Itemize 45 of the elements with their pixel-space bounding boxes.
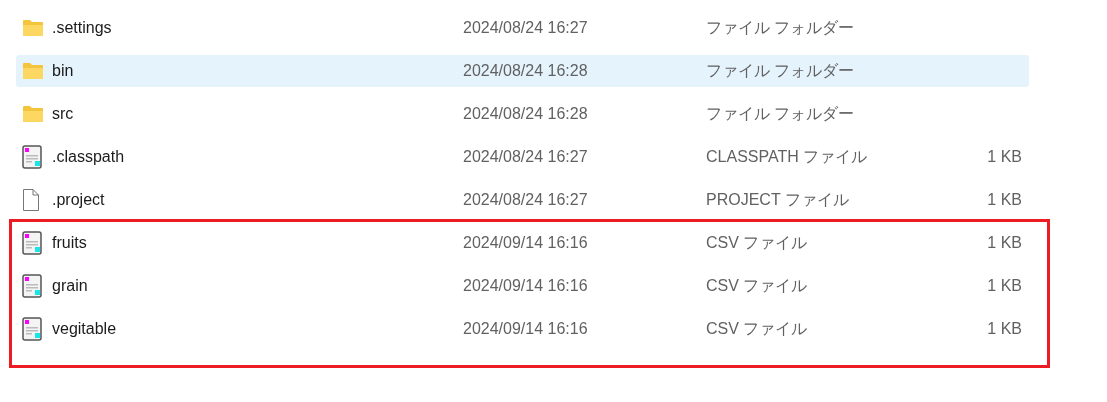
file-type: ファイル フォルダー xyxy=(706,17,856,38)
file-name: vegitable xyxy=(52,320,118,338)
file-row[interactable]: .settings 2024/08/24 16:27 ファイル フォルダー xyxy=(16,12,1029,44)
file-row[interactable]: .project 2024/08/24 16:27 PROJECT ファイル 1 KB xyxy=(16,184,1029,216)
file-type: PROJECT ファイル xyxy=(706,189,850,210)
modified-date: 2024/08/24 16:28 xyxy=(463,62,589,80)
modified-date: 2024/09/14 16:16 xyxy=(463,320,589,338)
file-name: fruits xyxy=(52,234,88,252)
file-name: .settings xyxy=(52,19,113,37)
file-type: ファイル フォルダー xyxy=(706,60,856,81)
modified-date: 2024/08/24 16:27 xyxy=(463,148,589,166)
file-type: CSV ファイル xyxy=(706,275,809,296)
file-row[interactable]: grain 2024/09/14 16:16 CSV ファイル 1 KB xyxy=(16,270,1029,302)
notepad-file-icon xyxy=(22,317,42,341)
modified-date: 2024/08/24 16:28 xyxy=(463,105,589,123)
file-row[interactable]: fruits 2024/09/14 16:16 CSV ファイル 1 KB xyxy=(16,227,1029,259)
file-name: src xyxy=(52,105,75,123)
file-name: grain xyxy=(52,277,89,295)
modified-date: 2024/09/14 16:16 xyxy=(463,234,589,252)
file-size: 1 KB xyxy=(987,277,1022,295)
file-row[interactable]: vegitable 2024/09/14 16:16 CSV ファイル 1 KB xyxy=(16,313,1029,345)
modified-date: 2024/08/24 16:27 xyxy=(463,19,589,37)
folder-icon xyxy=(22,105,44,123)
notepad-file-icon xyxy=(22,231,42,255)
folder-icon xyxy=(22,62,44,80)
file-type: ファイル フォルダー xyxy=(706,103,856,124)
notepad-file-icon xyxy=(22,274,42,298)
file-type: CLASSPATH ファイル xyxy=(706,146,869,167)
file-type: CSV ファイル xyxy=(706,232,809,253)
file-row[interactable]: src 2024/08/24 16:28 ファイル フォルダー xyxy=(16,98,1029,130)
file-type: CSV ファイル xyxy=(706,318,809,339)
modified-date: 2024/08/24 16:27 xyxy=(463,191,589,209)
modified-date: 2024/09/14 16:16 xyxy=(463,277,589,295)
file-name: .classpath xyxy=(52,148,126,166)
file-size: 1 KB xyxy=(987,148,1022,166)
notepad-file-icon xyxy=(22,145,42,169)
file-size: 1 KB xyxy=(987,320,1022,338)
file-row[interactable]: .classpath 2024/08/24 16:27 CLASSPATH ファイル 1 KB xyxy=(16,141,1029,173)
file-icon xyxy=(22,188,40,212)
file-row[interactable]: bin 2024/08/24 16:28 ファイル フォルダー xyxy=(16,55,1029,87)
file-name: bin xyxy=(52,62,75,80)
file-size: 1 KB xyxy=(987,191,1022,209)
file-size: 1 KB xyxy=(987,234,1022,252)
file-name: .project xyxy=(52,191,106,209)
folder-icon xyxy=(22,19,44,37)
